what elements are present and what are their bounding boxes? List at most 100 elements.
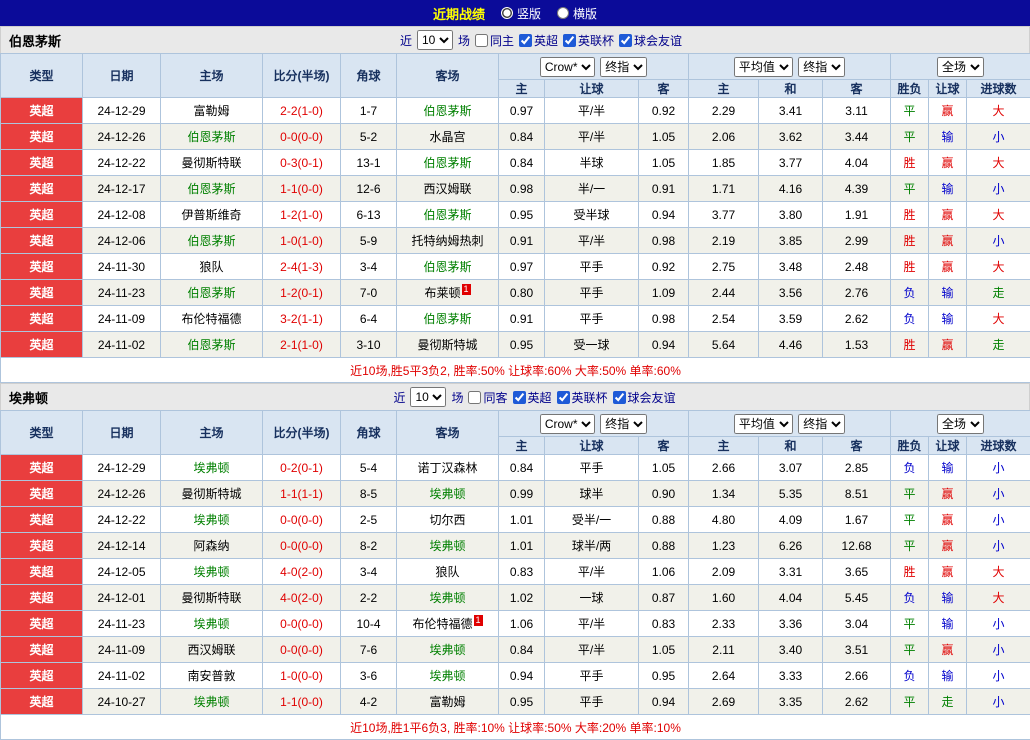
score-link[interactable]: 1-1(0-0) <box>280 182 323 196</box>
team-link[interactable]: 伯恩茅斯 <box>423 260 471 274</box>
horizontal-radio[interactable] <box>557 7 569 19</box>
league-filter-epl[interactable]: 英超 <box>519 32 558 49</box>
team-link[interactable]: 西汉姆联 <box>423 182 471 196</box>
mode-radio-vertical[interactable]: 竖版 <box>501 5 541 22</box>
match-count-select[interactable]: 10 <box>417 30 453 50</box>
score-link[interactable]: 1-2(0-1) <box>280 286 323 300</box>
team-link[interactable]: 埃弗顿 <box>429 487 465 501</box>
team-link[interactable]: 伯恩茅斯 <box>187 234 235 248</box>
team-link[interactable]: 曼彻斯特联 <box>181 591 241 605</box>
score-link[interactable]: 0-0(0-0) <box>280 643 323 657</box>
same-venue-checkbox[interactable] <box>468 391 481 404</box>
bookmaker-select[interactable]: Crow* <box>540 414 595 434</box>
scope-select[interactable]: 全场 <box>937 414 984 434</box>
team-link[interactable]: 埃弗顿 <box>193 513 229 527</box>
score-link[interactable]: 3-2(1-1) <box>280 312 323 326</box>
team-link[interactable]: 伯恩茅斯 <box>423 312 471 326</box>
same-venue-filter[interactable]: 同主 <box>475 32 514 49</box>
mode-radio-horizontal[interactable]: 横版 <box>557 5 597 22</box>
handicap-result-cell: 走 <box>929 689 967 715</box>
epl-checkbox[interactable] <box>519 34 532 47</box>
friendly-checkbox[interactable] <box>619 34 632 47</box>
team-link[interactable]: 布伦特福德 <box>412 617 472 631</box>
friendly-checkbox[interactable] <box>613 391 626 404</box>
team-link[interactable]: 伯恩茅斯 <box>187 130 235 144</box>
score-link[interactable]: 0-0(0-0) <box>280 130 323 144</box>
league-filter-friendly[interactable]: 球会友谊 <box>619 32 682 49</box>
team-link[interactable]: 曼彻斯特城 <box>417 338 477 352</box>
avg-odds-type-select[interactable]: 终指 <box>798 414 845 434</box>
epl-checkbox[interactable] <box>513 391 526 404</box>
team-link[interactable]: 狼队 <box>199 260 223 274</box>
same-venue-filter[interactable]: 同客 <box>468 389 507 406</box>
team-link[interactable]: 水晶宫 <box>429 130 465 144</box>
score-link[interactable]: 0-0(0-0) <box>280 617 323 631</box>
bookmaker-select[interactable]: Crow* <box>540 57 595 77</box>
team-link[interactable]: 埃弗顿 <box>193 461 229 475</box>
average-select[interactable]: 平均值 <box>734 57 793 77</box>
team-link[interactable]: 切尔西 <box>429 513 465 527</box>
team-link[interactable]: 南安普敦 <box>187 669 235 683</box>
team-link[interactable]: 布莱顿 <box>424 286 460 300</box>
league-filter-epl[interactable]: 英超 <box>513 389 552 406</box>
team-link[interactable]: 埃弗顿 <box>193 695 229 709</box>
cup-checkbox[interactable] <box>563 34 576 47</box>
team-link[interactable]: 埃弗顿 <box>429 643 465 657</box>
score-link[interactable]: 1-2(1-0) <box>280 208 323 222</box>
cup-checkbox[interactable] <box>557 391 570 404</box>
score-link[interactable]: 1-0(0-0) <box>280 669 323 683</box>
score-link[interactable]: 1-1(1-1) <box>280 487 323 501</box>
team-link[interactable]: 伯恩茅斯 <box>423 104 471 118</box>
team-link[interactable]: 西汉姆联 <box>187 643 235 657</box>
team-link[interactable]: 埃弗顿 <box>193 617 229 631</box>
score-link[interactable]: 2-2(1-0) <box>280 104 323 118</box>
avg-odds-type-select[interactable]: 终指 <box>798 57 845 77</box>
friendly-label: 球会友谊 <box>634 32 682 49</box>
away-team-cell: 布莱顿1 <box>397 280 499 306</box>
team-link[interactable]: 埃弗顿 <box>429 669 465 683</box>
league-filter-cup[interactable]: 英联杯 <box>563 32 614 49</box>
score-link[interactable]: 0-0(0-0) <box>280 513 323 527</box>
team-link[interactable]: 富勒姆 <box>193 104 229 118</box>
odds-type-select[interactable]: 终指 <box>600 414 647 434</box>
team-link[interactable]: 托特纳姆热刺 <box>411 234 483 248</box>
team-link[interactable]: 埃弗顿 <box>193 565 229 579</box>
score-link[interactable]: 0-3(0-1) <box>280 156 323 170</box>
score-cell: 0-0(0-0) <box>263 507 341 533</box>
team-link[interactable]: 埃弗顿 <box>429 539 465 553</box>
score-link[interactable]: 2-1(1-0) <box>280 338 323 352</box>
avg-home-cell: 2.11 <box>689 637 759 663</box>
team-link[interactable]: 曼彻斯特联 <box>181 156 241 170</box>
score-link[interactable]: 4-0(2-0) <box>280 591 323 605</box>
score-link[interactable]: 2-4(1-3) <box>280 260 323 274</box>
team-link[interactable]: 伯恩茅斯 <box>187 182 235 196</box>
team-link[interactable]: 诺丁汉森林 <box>417 461 477 475</box>
team-link[interactable]: 布伦特福德 <box>181 312 241 326</box>
league-filter-friendly[interactable]: 球会友谊 <box>613 389 676 406</box>
score-link[interactable]: 1-0(1-0) <box>280 234 323 248</box>
team-link[interactable]: 狼队 <box>435 565 459 579</box>
vertical-radio[interactable] <box>501 7 513 19</box>
team-link[interactable]: 埃弗顿 <box>429 591 465 605</box>
team-link[interactable]: 曼彻斯特城 <box>181 487 241 501</box>
avg-home-cell: 2.19 <box>689 228 759 254</box>
average-select[interactable]: 平均值 <box>734 414 793 434</box>
team-link[interactable]: 阿森纳 <box>193 539 229 553</box>
score-cell: 1-0(0-0) <box>263 663 341 689</box>
team-link[interactable]: 伊普斯维奇 <box>181 208 241 222</box>
match-count-select[interactable]: 10 <box>410 387 446 407</box>
score-link[interactable]: 4-0(2-0) <box>280 565 323 579</box>
team-link[interactable]: 富勒姆 <box>429 695 465 709</box>
team-link[interactable]: 伯恩茅斯 <box>423 208 471 222</box>
score-link[interactable]: 1-1(0-0) <box>280 695 323 709</box>
team-link[interactable]: 伯恩茅斯 <box>187 338 235 352</box>
league-filter-cup[interactable]: 英联杯 <box>557 389 608 406</box>
team-section-everton: 埃弗顿 近 10 场 同客 英超 英联杯 球会友谊 <box>0 383 1030 740</box>
same-venue-checkbox[interactable] <box>475 34 488 47</box>
team-link[interactable]: 伯恩茅斯 <box>423 156 471 170</box>
score-link[interactable]: 0-2(0-1) <box>280 461 323 475</box>
scope-select[interactable]: 全场 <box>937 57 984 77</box>
odds-type-select[interactable]: 终指 <box>600 57 647 77</box>
score-link[interactable]: 0-0(0-0) <box>280 539 323 553</box>
team-link[interactable]: 伯恩茅斯 <box>187 286 235 300</box>
